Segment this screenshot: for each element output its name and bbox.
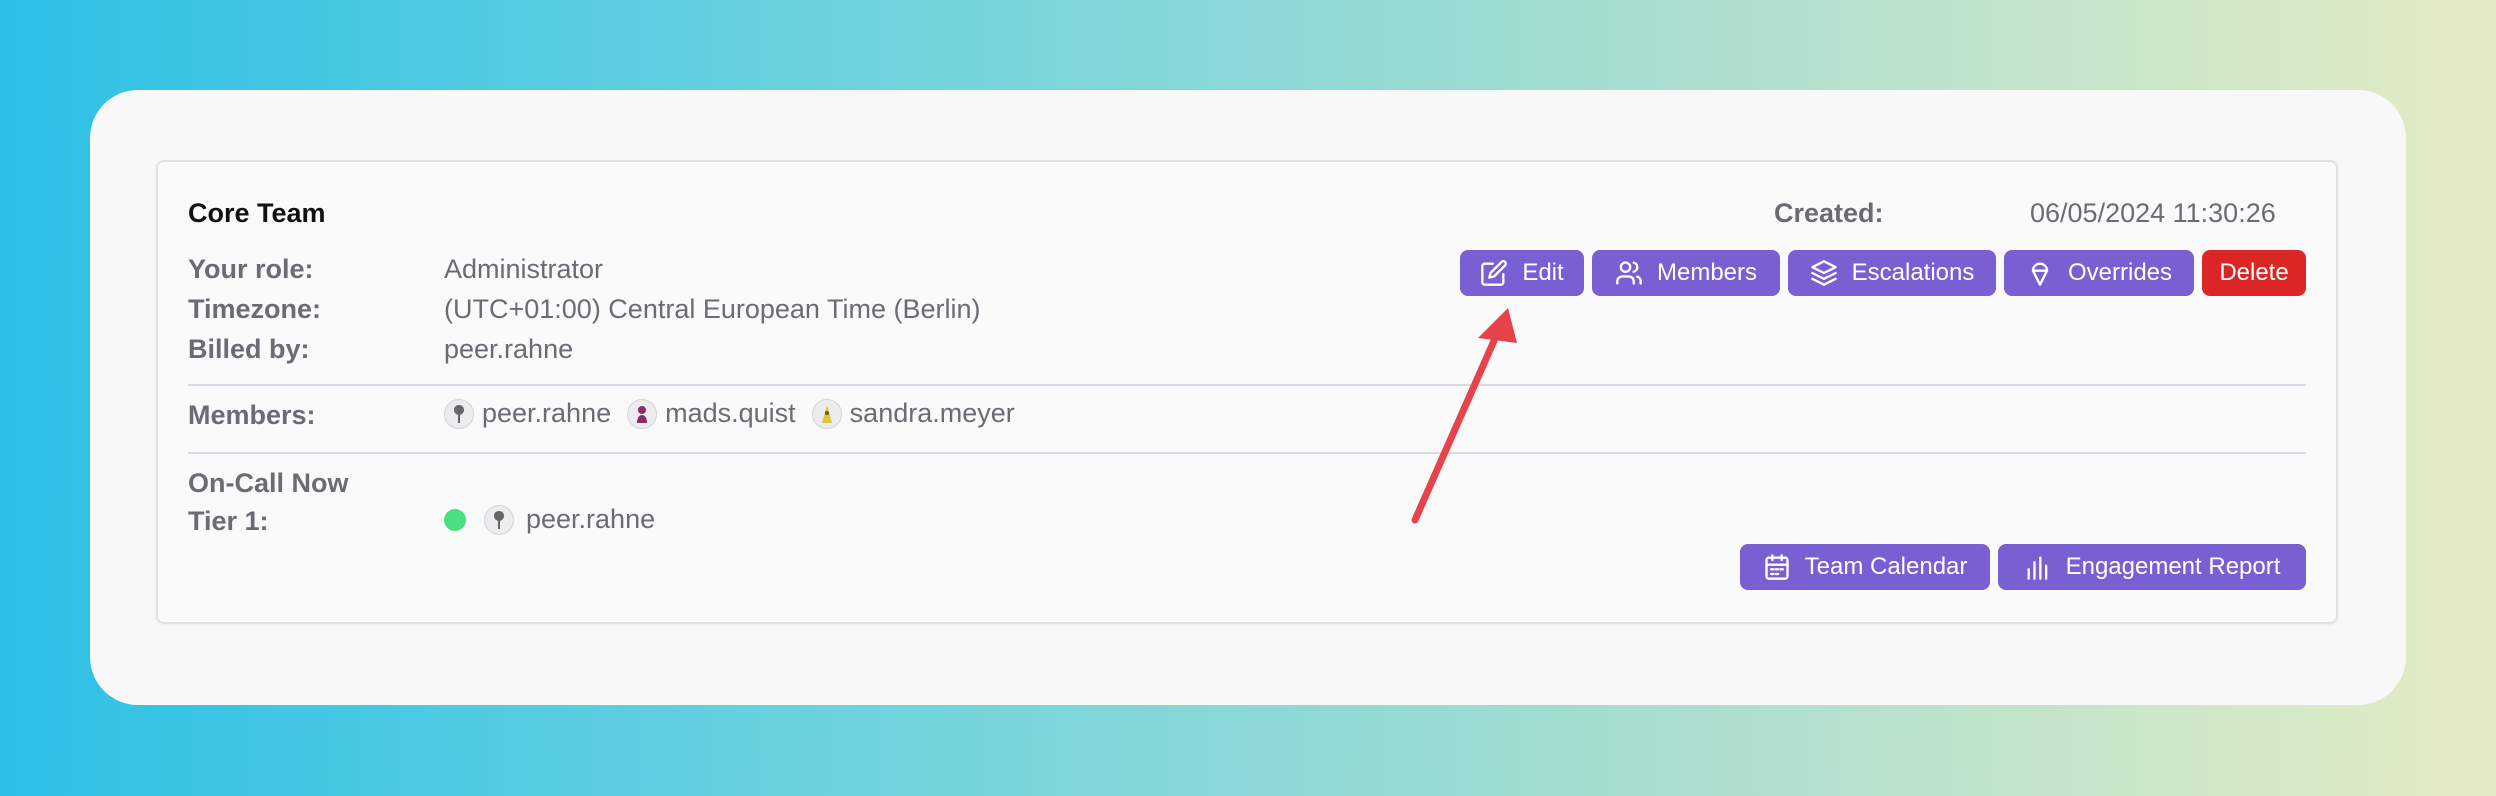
edit-icon xyxy=(1481,260,1508,286)
layers-icon xyxy=(1810,260,1837,286)
billed-by-value: peer.rahne xyxy=(444,334,574,364)
role-value: Administrator xyxy=(444,254,604,284)
team-name: Core Team xyxy=(188,198,326,228)
oncall-heading: On-Call Now xyxy=(188,468,349,498)
annotation-arrow xyxy=(1411,308,1517,524)
role-label: Your role: xyxy=(188,254,314,284)
tier-label: Tier 1: xyxy=(188,506,269,536)
ice-cream-icon xyxy=(2031,262,2049,286)
timezone-value: (UTC+01:00) Central European Time (Berli… xyxy=(444,294,981,324)
overrides-button[interactable]: Overrides xyxy=(2004,250,2194,296)
billed-by-label: Billed by: xyxy=(188,334,310,364)
oncall-row: peer.rahne xyxy=(444,504,655,535)
members-label: Members xyxy=(1656,259,1758,286)
divider xyxy=(188,384,2306,386)
delete-button[interactable]: Delete xyxy=(2202,250,2306,296)
delete-label: Delete xyxy=(2219,259,2289,286)
engagement-report-button[interactable]: Engagement Report xyxy=(1998,544,2306,590)
team-calendar-button[interactable]: Team Calendar xyxy=(1740,544,1990,590)
members-label-heading: Members: xyxy=(188,400,316,430)
team-calendar-label: Team Calendar xyxy=(1804,553,1968,580)
member-name: mads.quist xyxy=(665,398,796,428)
created-value: 06/05/2024 11:30:26 xyxy=(2030,198,2276,228)
oncall-user[interactable]: peer.rahne xyxy=(526,504,655,535)
member-name: peer.rahne xyxy=(482,398,612,428)
escalations-label: Escalations xyxy=(1851,259,1975,286)
outer-panel: Core Team Created: 06/05/2024 11:30:26 Y… xyxy=(90,90,2406,705)
divider xyxy=(188,452,2306,454)
bar-chart-icon xyxy=(2027,556,2047,580)
avatar xyxy=(444,398,474,429)
edit-label: Edit xyxy=(1522,259,1564,286)
status-dot xyxy=(444,508,466,531)
member-name: sandra.meyer xyxy=(849,398,1015,428)
member-item[interactable]: sandra.meyer xyxy=(811,398,1015,429)
engagement-report-label: Engagement Report xyxy=(2065,553,2281,580)
team-card: Core Team Created: 06/05/2024 11:30:26 Y… xyxy=(156,160,2338,624)
timezone-label: Timezone: xyxy=(188,294,322,324)
members-list: peer.rahne mads.quist sandra.meyer xyxy=(444,398,1031,429)
created-label: Created: xyxy=(1774,198,1884,228)
calendar-icon xyxy=(1764,554,1789,580)
avatar xyxy=(484,504,514,535)
avatar xyxy=(811,398,842,429)
overrides-label: Overrides xyxy=(2067,259,2173,286)
escalations-button[interactable]: Escalations xyxy=(1788,250,1996,296)
users-icon xyxy=(1616,261,1642,285)
avatar xyxy=(627,398,658,429)
member-item[interactable]: mads.quist xyxy=(627,398,796,429)
member-item[interactable]: peer.rahne xyxy=(444,398,611,429)
